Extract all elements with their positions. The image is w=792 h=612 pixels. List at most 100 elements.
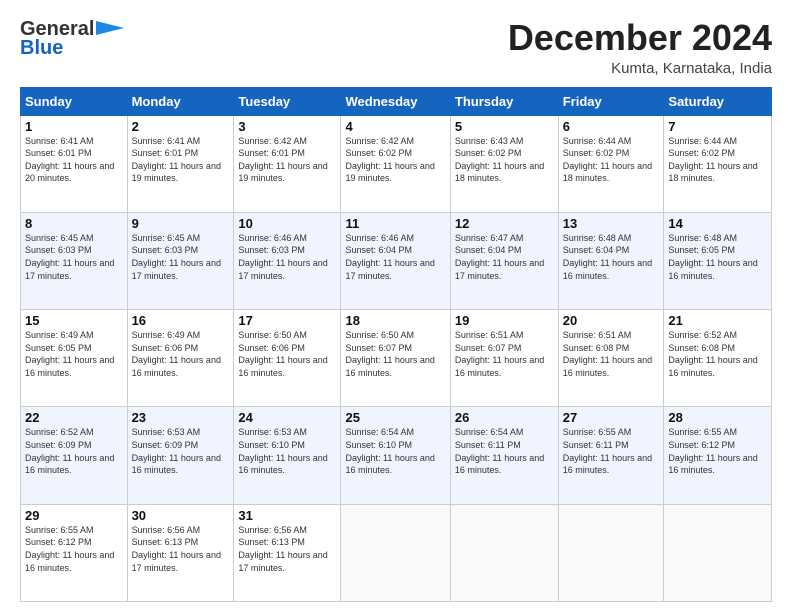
day-number: 6	[563, 119, 660, 134]
calendar-cell: 15 Sunrise: 6:49 AMSunset: 6:05 PMDayligh…	[21, 310, 128, 407]
calendar-cell: 17Sunrise: 6:50 AMSunset: 6:06 PMDayligh…	[234, 310, 341, 407]
day-number: 1	[25, 119, 123, 134]
day-number: 14	[668, 216, 767, 231]
day-number: 21	[668, 313, 767, 328]
calendar-cell: 28Sunrise: 6:55 AMSunset: 6:12 PMDayligh…	[664, 407, 772, 504]
day-number: 29	[25, 508, 123, 523]
cell-text: Sunrise: 6:51 AMSunset: 6:08 PMDaylight:…	[563, 330, 652, 378]
cell-text: Sunrise: 6:44 AMSunset: 6:02 PMDaylight:…	[668, 136, 757, 184]
day-number: 17	[238, 313, 336, 328]
weekday-header: Tuesday	[234, 87, 341, 115]
day-number: 3	[238, 119, 336, 134]
calendar-cell: 27 Sunrise: 6:55 AMSunset: 6:11 PMDayligh…	[558, 407, 664, 504]
day-number: 20	[563, 313, 660, 328]
calendar-cell: 3 Sunrise: 6:42 AMSunset: 6:01 PMDaylight…	[234, 115, 341, 212]
day-number: 4	[345, 119, 445, 134]
calendar-cell: 18 Sunrise: 6:50 AMSunset: 6:07 PMDayligh…	[341, 310, 450, 407]
calendar-cell: 9 Sunrise: 6:45 AMSunset: 6:03 PMDaylight…	[127, 212, 234, 309]
weekday-header-row: SundayMondayTuesdayWednesdayThursdayFrid…	[21, 87, 772, 115]
day-number: 9	[132, 216, 230, 231]
cell-text: Sunrise: 6:49 AMSunset: 6:05 PMDaylight:…	[25, 330, 114, 378]
day-number: 30	[132, 508, 230, 523]
title-block: December 2024 Kumta, Karnataka, India	[508, 18, 772, 77]
cell-text: Sunrise: 6:52 AMSunset: 6:09 PMDaylight:…	[25, 427, 114, 475]
calendar-row: 22 Sunrise: 6:52 AMSunset: 6:09 PMDayligh…	[21, 407, 772, 504]
cell-text: Sunrise: 6:49 AMSunset: 6:06 PMDaylight:…	[132, 330, 221, 378]
header: General Blue December 2024 Kumta, Karnat…	[20, 18, 772, 77]
cell-text: Sunrise: 6:43 AMSunset: 6:02 PMDaylight:…	[455, 136, 544, 184]
logo-icon	[96, 21, 124, 35]
calendar-cell: 22 Sunrise: 6:52 AMSunset: 6:09 PMDayligh…	[21, 407, 128, 504]
cell-text: Sunrise: 6:42 AMSunset: 6:01 PMDaylight:…	[238, 136, 327, 184]
calendar-cell: 6 Sunrise: 6:44 AMSunset: 6:02 PMDaylight…	[558, 115, 664, 212]
day-number: 10	[238, 216, 336, 231]
day-number: 13	[563, 216, 660, 231]
calendar-cell: 24Sunrise: 6:53 AMSunset: 6:10 PMDayligh…	[234, 407, 341, 504]
day-number: 25	[345, 410, 445, 425]
calendar-cell: 10 Sunrise: 6:46 AMSunset: 6:03 PMDayligh…	[234, 212, 341, 309]
logo-blue: Blue	[20, 37, 63, 60]
calendar-cell	[664, 504, 772, 601]
calendar-cell: 20 Sunrise: 6:51 AMSunset: 6:08 PMDayligh…	[558, 310, 664, 407]
day-number: 28	[668, 410, 767, 425]
cell-text: Sunrise: 6:41 AMSunset: 6:01 PMDaylight:…	[132, 136, 221, 184]
cell-text: Sunrise: 6:45 AMSunset: 6:03 PMDaylight:…	[132, 233, 221, 281]
calendar-cell: 21 Sunrise: 6:52 AMSunset: 6:08 PMDayligh…	[664, 310, 772, 407]
calendar-cell: 19Sunrise: 6:51 AMSunset: 6:07 PMDayligh…	[450, 310, 558, 407]
calendar-cell: 1Sunrise: 6:41 AMSunset: 6:01 PMDaylight…	[21, 115, 128, 212]
cell-text: Sunrise: 6:46 AMSunset: 6:03 PMDaylight:…	[238, 233, 327, 281]
cell-text: Sunrise: 6:46 AMSunset: 6:04 PMDaylight:…	[345, 233, 434, 281]
day-number: 12	[455, 216, 554, 231]
page: General Blue December 2024 Kumta, Karnat…	[0, 0, 792, 612]
day-number: 22	[25, 410, 123, 425]
cell-text: Sunrise: 6:42 AMSunset: 6:02 PMDaylight:…	[345, 136, 434, 184]
day-number: 24	[238, 410, 336, 425]
day-number: 16	[132, 313, 230, 328]
weekday-header: Sunday	[21, 87, 128, 115]
calendar-cell: 4 Sunrise: 6:42 AMSunset: 6:02 PMDaylight…	[341, 115, 450, 212]
day-number: 18	[345, 313, 445, 328]
calendar-cell	[450, 504, 558, 601]
calendar-cell: 7Sunrise: 6:44 AMSunset: 6:02 PMDaylight…	[664, 115, 772, 212]
day-number: 26	[455, 410, 554, 425]
cell-text: Sunrise: 6:50 AMSunset: 6:07 PMDaylight:…	[345, 330, 434, 378]
calendar-cell: 30 Sunrise: 6:56 AMSunset: 6:13 PMDayligh…	[127, 504, 234, 601]
calendar-cell: 26Sunrise: 6:54 AMSunset: 6:11 PMDayligh…	[450, 407, 558, 504]
calendar-cell: 25 Sunrise: 6:54 AMSunset: 6:10 PMDayligh…	[341, 407, 450, 504]
calendar-row: 15 Sunrise: 6:49 AMSunset: 6:05 PMDayligh…	[21, 310, 772, 407]
calendar-row: 1 Sunrise: 6:41 AMSunset: 6:01 PMDaylight…	[21, 115, 772, 212]
calendar-table: SundayMondayTuesdayWednesdayThursdayFrid…	[20, 87, 772, 602]
cell-text: Sunrise: 6:56 AMSunset: 6:13 PMDaylight:…	[132, 525, 221, 573]
calendar-cell: 31 Sunrise: 6:56 AMSunset: 6:13 PMDayligh…	[234, 504, 341, 601]
cell-text: Sunrise: 6:54 AMSunset: 6:10 PMDaylight:…	[345, 427, 434, 475]
calendar-cell: 23 Sunrise: 6:53 AMSunset: 6:09 PMDayligh…	[127, 407, 234, 504]
calendar-cell: 5 Sunrise: 6:43 AMSunset: 6:02 PMDaylight…	[450, 115, 558, 212]
weekday-header: Saturday	[664, 87, 772, 115]
cell-text: Sunrise: 6:55 AMSunset: 6:11 PMDaylight:…	[563, 427, 652, 475]
cell-text: Sunrise: 6:56 AMSunset: 6:13 PMDaylight:…	[238, 525, 327, 573]
day-number: 31	[238, 508, 336, 523]
calendar-row: 29 Sunrise: 6:55 AMSunset: 6:12 PMDayligh…	[21, 504, 772, 601]
location: Kumta, Karnataka, India	[508, 60, 772, 77]
calendar-cell: 2 Sunrise: 6:41 AMSunset: 6:01 PMDaylight…	[127, 115, 234, 212]
weekday-header: Monday	[127, 87, 234, 115]
day-number: 2	[132, 119, 230, 134]
cell-text: Sunrise: 6:53 AMSunset: 6:09 PMDaylight:…	[132, 427, 221, 475]
cell-text: Sunrise: 6:51 AMSunset: 6:07 PMDaylight:…	[455, 330, 544, 378]
day-number: 23	[132, 410, 230, 425]
day-number: 15	[25, 313, 123, 328]
calendar-cell: 11Sunrise: 6:46 AMSunset: 6:04 PMDayligh…	[341, 212, 450, 309]
calendar-cell	[341, 504, 450, 601]
cell-text: Sunrise: 6:55 AMSunset: 6:12 PMDaylight:…	[25, 525, 114, 573]
day-number: 8	[25, 216, 123, 231]
month-title: December 2024	[508, 18, 772, 58]
cell-text: Sunrise: 6:48 AMSunset: 6:05 PMDaylight:…	[668, 233, 757, 281]
cell-text: Sunrise: 6:44 AMSunset: 6:02 PMDaylight:…	[563, 136, 652, 184]
day-number: 27	[563, 410, 660, 425]
calendar-cell: 16 Sunrise: 6:49 AMSunset: 6:06 PMDayligh…	[127, 310, 234, 407]
cell-text: Sunrise: 6:52 AMSunset: 6:08 PMDaylight:…	[668, 330, 757, 378]
cell-text: Sunrise: 6:45 AMSunset: 6:03 PMDaylight:…	[25, 233, 114, 281]
day-number: 5	[455, 119, 554, 134]
cell-text: Sunrise: 6:48 AMSunset: 6:04 PMDaylight:…	[563, 233, 652, 281]
calendar-cell: 13 Sunrise: 6:48 AMSunset: 6:04 PMDayligh…	[558, 212, 664, 309]
